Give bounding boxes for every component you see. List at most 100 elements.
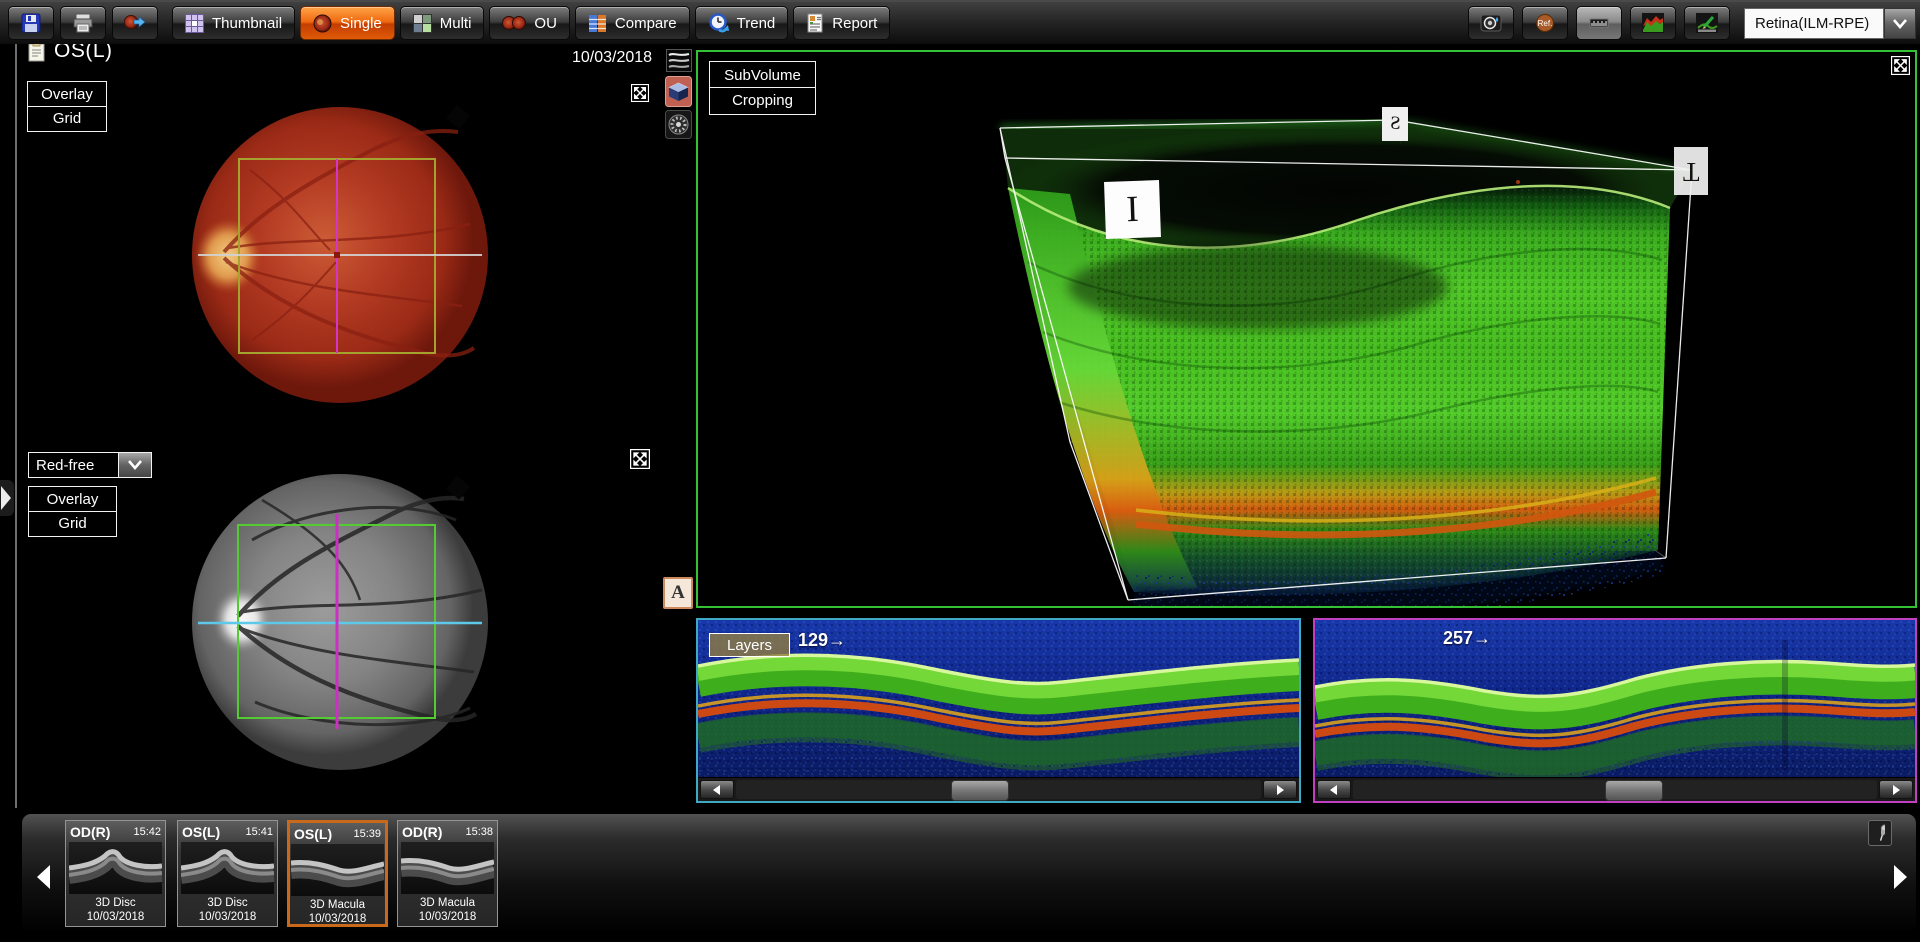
volume-3d-mode-button[interactable] bbox=[665, 76, 692, 112]
multi-icon bbox=[413, 14, 432, 33]
exam-thumbnail[interactable]: OD(R)15:42 3D Disc10/03/2018 bbox=[65, 820, 166, 927]
export-button[interactable] bbox=[112, 6, 158, 40]
arrow-right-icon bbox=[0, 485, 12, 511]
filmstrip-scroll-right-button[interactable] bbox=[1888, 854, 1914, 900]
tab-single[interactable]: Single bbox=[300, 6, 395, 40]
arrow-left-icon bbox=[35, 864, 51, 890]
tab-compare[interactable]: Compare bbox=[575, 6, 690, 40]
photo-capture-button[interactable] bbox=[1468, 6, 1514, 40]
edit-layers-button[interactable] bbox=[1684, 6, 1730, 40]
chevron-down-icon bbox=[118, 453, 151, 477]
exam-thumbnail-image bbox=[291, 844, 384, 896]
scan-date: 10/03/2018 bbox=[398, 910, 497, 924]
arrow-left-icon bbox=[711, 784, 723, 796]
segmentation-layer-select[interactable]: Retina(ILM-RPE) bbox=[1744, 9, 1916, 38]
ou-icon bbox=[502, 15, 526, 31]
volume-3d-viewport[interactable]: SubVolume Cropping S T I bbox=[696, 50, 1917, 608]
orientation-label-temporal: T bbox=[1674, 147, 1708, 195]
bscan-horizontal-scrollbar[interactable] bbox=[698, 777, 1299, 801]
layers-button[interactable]: Layers bbox=[709, 633, 790, 657]
scan-date: 10/03/2018 bbox=[290, 912, 385, 926]
tab-trend[interactable]: Trend bbox=[695, 6, 789, 40]
scan-type: 3D Disc bbox=[66, 896, 165, 910]
scrollbar-thumb[interactable] bbox=[1605, 780, 1663, 801]
scan-date: 10/03/2018 bbox=[178, 910, 277, 924]
scale-button[interactable] bbox=[1576, 6, 1622, 40]
scroll-right-button[interactable] bbox=[1263, 780, 1297, 799]
bscan-horizontal-viewport[interactable]: Layers 129→ bbox=[696, 618, 1301, 803]
tab-multi-label: Multi bbox=[440, 15, 472, 32]
toolbar-view-tabs: Thumbnail Single Multi OU Compare Trend … bbox=[172, 6, 890, 40]
print-button[interactable] bbox=[60, 6, 106, 40]
redfree-expand-button[interactable] bbox=[630, 449, 650, 474]
fundus-overlay-button[interactable]: Overlay bbox=[27, 81, 107, 107]
fundus-expand-button[interactable] bbox=[631, 84, 649, 107]
exam-thumbnail[interactable]: OS(L)15:41 3D Disc10/03/2018 bbox=[177, 820, 278, 927]
scan-type: 3D Macula bbox=[398, 896, 497, 910]
fundus-grid-button[interactable]: Grid bbox=[27, 106, 107, 132]
toolbar: Thumbnail Single Multi OU Compare Trend … bbox=[0, 0, 1920, 44]
scan-type: 3D Disc bbox=[178, 896, 277, 910]
panel-divider bbox=[15, 44, 17, 808]
volume-3d-render bbox=[698, 52, 1915, 606]
scroll-right-button[interactable] bbox=[1879, 780, 1913, 799]
exam-filmstrip: OD(R)15:42 3D Disc10/03/2018 OS(L)15:41 … bbox=[22, 814, 1916, 933]
toolbar-file-group bbox=[8, 6, 158, 40]
filmstrip-scroll-left-button[interactable] bbox=[30, 854, 56, 900]
compare-icon bbox=[588, 14, 607, 33]
arrow-right-icon bbox=[1274, 784, 1286, 796]
tab-multi[interactable]: Multi bbox=[400, 6, 485, 40]
reference-icon: Ref. bbox=[1534, 13, 1556, 33]
segmentation-layer-value: Retina(ILM-RPE) bbox=[1744, 8, 1884, 39]
scroll-left-button[interactable] bbox=[1317, 780, 1351, 799]
exam-thumbnail[interactable]: OD(R)15:38 3D Macula10/03/2018 bbox=[397, 820, 498, 927]
save-icon bbox=[21, 13, 41, 33]
tab-report[interactable]: Report bbox=[793, 6, 890, 40]
collapse-panel-tab[interactable] bbox=[0, 480, 14, 516]
bscan-horizontal-slice-number: 129→ bbox=[798, 630, 846, 651]
exam-thumbnail-selected[interactable]: OS(L)15:39 3D Macula10/03/2018 bbox=[287, 820, 388, 927]
print-icon bbox=[72, 13, 94, 33]
redfree-grid-button[interactable]: Grid bbox=[28, 511, 117, 537]
exam-thumbnail-image bbox=[401, 842, 494, 894]
fundus-filter-select[interactable]: Red-free bbox=[28, 452, 152, 478]
thickness-map-icon bbox=[1642, 13, 1664, 33]
tab-thumbnail[interactable]: Thumbnail bbox=[172, 6, 295, 40]
arrow-right-icon bbox=[1893, 864, 1909, 890]
ruler-icon bbox=[1588, 13, 1610, 33]
camera-icon bbox=[1480, 13, 1502, 33]
filmstrip-pin-button[interactable] bbox=[1868, 820, 1892, 846]
thickness-map-button[interactable] bbox=[1630, 6, 1676, 40]
scrollbar-track[interactable] bbox=[736, 780, 1261, 799]
tab-trend-label: Trend bbox=[737, 15, 776, 32]
redfree-fundus-image bbox=[192, 474, 488, 770]
bscan-vertical-viewport[interactable]: 257→ bbox=[1313, 618, 1917, 803]
single-icon bbox=[313, 14, 332, 33]
exam-thumbnail-image bbox=[181, 842, 274, 894]
tab-report-label: Report bbox=[832, 15, 877, 32]
report-icon bbox=[806, 13, 824, 33]
fundus-filter-value: Red-free bbox=[29, 453, 118, 477]
bscan-vertical-scrollbar[interactable] bbox=[1315, 777, 1915, 801]
bscan-vertical-slice-number: 257→ bbox=[1443, 628, 1491, 649]
redfree-overlay-button[interactable]: Overlay bbox=[28, 486, 117, 512]
tab-thumbnail-label: Thumbnail bbox=[212, 15, 282, 32]
bscan-stack-mode-button[interactable] bbox=[666, 49, 692, 77]
scrollbar-thumb[interactable] bbox=[951, 780, 1009, 801]
thumbnail-icon bbox=[185, 14, 204, 33]
scrollbar-track[interactable] bbox=[1353, 780, 1877, 799]
bscan-vertical-image bbox=[1315, 620, 1915, 778]
reference-button[interactable]: Ref. bbox=[1522, 6, 1568, 40]
color-fundus-image bbox=[192, 105, 488, 403]
annotation-button[interactable]: A bbox=[663, 577, 693, 609]
tab-ou[interactable]: OU bbox=[489, 6, 570, 40]
volume-expand-button[interactable] bbox=[1891, 56, 1910, 80]
orientation-label-inferior: I bbox=[1104, 180, 1161, 239]
orientation-label-superior: S bbox=[1382, 107, 1408, 141]
radial-scan-mode-button[interactable] bbox=[665, 110, 692, 144]
save-button[interactable] bbox=[8, 6, 54, 40]
cropping-button[interactable]: Cropping bbox=[709, 87, 816, 115]
tab-compare-label: Compare bbox=[615, 15, 677, 32]
chevron-down-icon bbox=[1884, 8, 1916, 39]
scroll-left-button[interactable] bbox=[700, 780, 734, 799]
